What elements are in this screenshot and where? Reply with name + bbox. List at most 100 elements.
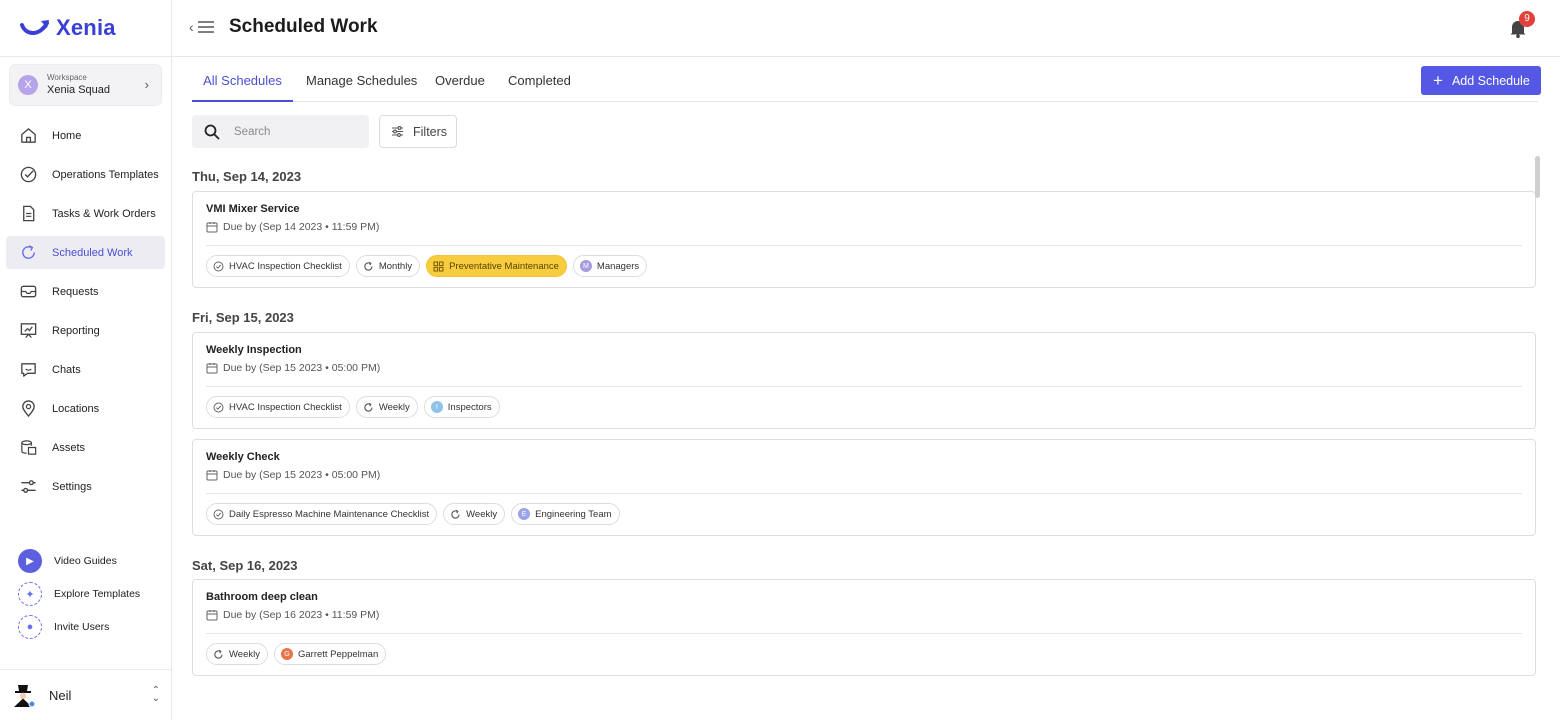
workspace-text: Workspace Xenia Squad [47,73,110,97]
sidebar-item-label: Requests [52,285,99,298]
user-name: Neil [49,687,72,703]
location-pin-icon [18,399,38,419]
tab-manage-schedules[interactable]: Manage Schedules [306,57,417,102]
menu-icon [197,21,214,33]
recurrence-chip[interactable]: Weekly [443,503,506,525]
chat-icon [18,360,38,380]
invite-user-icon: ● [18,615,42,639]
schedule-card[interactable]: Bathroom deep clean Due by (Sep 16 2023 … [192,579,1536,676]
sidebar-item-label: Settings [52,480,92,493]
checklist-icon [213,402,224,412]
collapse-sidebar-button[interactable]: ‹ [189,19,215,35]
sidebar-bottom-links: ▶ Video Guides ✦ Explore Templates ● Inv… [18,548,140,647]
recurrence-chip[interactable]: Weekly [355,396,418,418]
chevron-left-icon: ‹ [189,19,194,35]
schedule-card[interactable]: VMI Mixer Service Due by (Sep 14 2023 • … [192,191,1536,288]
recurrence-chip[interactable]: Weekly [206,643,268,665]
tab-completed[interactable]: Completed [508,57,571,102]
due-date-text: Due by (Sep 16 2023 • 11:59 PM) [223,609,380,621]
due-date: Due by (Sep 14 2023 • 11:59 PM) [206,221,379,233]
page-title: Scheduled Work [229,16,378,37]
schedule-title: Bathroom deep clean [206,591,318,603]
chip-label: Inspectors [447,401,492,413]
document-icon [18,204,38,224]
add-schedule-button[interactable]: + Add Schedule [1421,66,1541,95]
scrollbar[interactable] [1535,156,1540,198]
sidebar-item-scheduled-work[interactable]: Scheduled Work [6,236,165,269]
recurrence-chip[interactable]: Monthly [355,255,421,277]
workspace-switcher[interactable]: X Workspace Xenia Squad › [9,64,162,106]
checklist-icon [213,509,224,519]
add-schedule-label: Add Schedule [1451,73,1530,88]
video-guides-link[interactable]: ▶ Video Guides [18,548,140,574]
assets-icon [18,438,38,458]
divider [206,633,1522,634]
chip-label: Weekly [378,401,410,413]
home-icon [18,126,38,146]
schedule-card[interactable]: Weekly Inspection Due by (Sep 15 2023 • … [192,332,1536,429]
plus-icon: + [1433,71,1443,90]
expand-icon: ⌃ ⌄ [151,685,160,704]
sidebar-item-tasks-work-orders[interactable]: Tasks & Work Orders [6,197,165,230]
due-date-text: Due by (Sep 15 2023 • 05:00 PM) [223,362,381,374]
workspace-avatar: X [18,75,38,95]
chip-label: Engineering Team [535,508,612,520]
explore-templates-link[interactable]: ✦ Explore Templates [18,581,140,607]
category-chip[interactable]: Preventative Maintenance [426,255,567,277]
recurring-icon [364,261,373,271]
divider [206,245,1522,246]
tab-overdue[interactable]: Overdue [435,57,485,102]
bottom-link-label: Explore Templates [54,588,141,600]
sidebar-item-settings[interactable]: Settings [6,470,165,503]
sidebar-item-label: Reporting [52,324,100,337]
sidebar-item-operations-templates[interactable]: Operations Templates [6,158,165,191]
assignee-chip[interactable]: I Inspectors [423,396,500,418]
recurring-icon [451,509,460,519]
sidebar-item-home[interactable]: Home [6,119,165,152]
due-date: Due by (Sep 15 2023 • 05:00 PM) [206,362,380,374]
chip-row: Weekly G Garrett Peppelman [206,643,387,665]
filters-button[interactable]: Filters [379,115,457,148]
sidebar-item-label: Scheduled Work [52,246,133,259]
assignee-chip[interactable]: G Garrett Peppelman [273,643,387,665]
schedule-title: Weekly Check [206,451,280,463]
assignee-chip[interactable]: E Engineering Team [511,503,620,525]
sidebar-item-label: Home [52,129,82,142]
inbox-icon [18,282,38,302]
search-input[interactable] [234,125,344,138]
sidebar-item-reporting[interactable]: Reporting [6,314,165,347]
chevron-right-icon: › [144,77,149,92]
sidebar-item-label: Operations Templates [52,168,159,181]
recurring-icon [214,649,223,659]
checklist-chip[interactable]: HVAC Inspection Checklist [206,255,350,277]
chip-label: HVAC Inspection Checklist [229,401,342,413]
sidebar-item-locations[interactable]: Locations [6,392,165,425]
assignee-chip[interactable]: M Managers [572,255,648,277]
search-box [192,115,369,148]
tab-all-schedules[interactable]: All Schedules [192,57,293,102]
sidebar-item-label: Assets [52,441,86,454]
sidebar-item-requests[interactable]: Requests [6,275,165,308]
calendar-icon [206,470,218,481]
schedule-card[interactable]: Weekly Check Due by (Sep 15 2023 • 05:00… [192,439,1536,536]
due-date: Due by (Sep 16 2023 • 11:59 PM) [206,609,379,621]
sidebar-item-chats[interactable]: Chats [6,353,165,386]
sidebar-item-assets[interactable]: Assets [6,431,165,464]
invite-users-link[interactable]: ● Invite Users [18,614,140,640]
chip-label: Monthly [378,260,413,272]
sidebar-item-label: Tasks & Work Orders [52,207,156,220]
chip-row: Daily Espresso Machine Maintenance Check… [206,503,620,525]
workspace-name: Xenia Squad [47,84,110,97]
user-menu[interactable]: Neil ⌃ ⌄ [0,669,172,720]
date-heading: Fri, Sep 15, 2023 [192,310,294,325]
checklist-chip[interactable]: Daily Espresso Machine Maintenance Check… [206,503,438,525]
chip-row: HVAC Inspection Checklist Weekly I Inspe… [206,396,500,418]
schedule-title: Weekly Inspection [206,344,302,356]
due-date-text: Due by (Sep 15 2023 • 05:00 PM) [223,469,381,481]
checklist-chip[interactable]: HVAC Inspection Checklist [206,396,350,418]
chip-label: Managers [596,260,640,272]
check-circle-icon [18,165,38,185]
brand[interactable]: Xenia [0,0,171,57]
due-date-text: Due by (Sep 14 2023 • 11:59 PM) [223,221,380,233]
sidebar-item-label: Locations [52,402,100,415]
